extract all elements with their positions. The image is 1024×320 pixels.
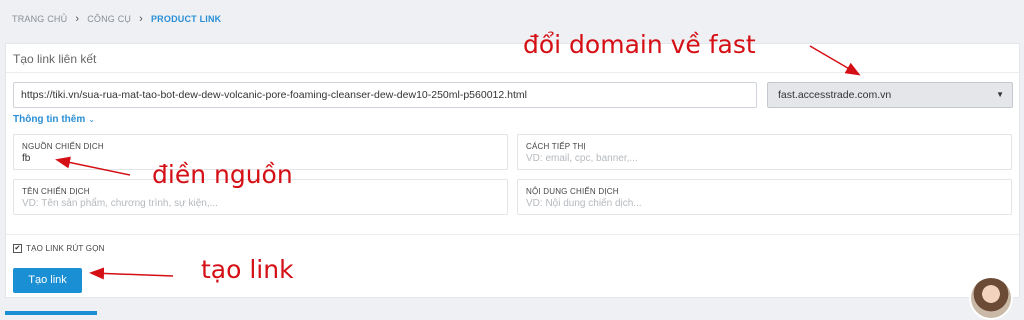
breadcrumb-tools[interactable]: CÔNG CỤ: [87, 14, 131, 24]
check-icon: ✔: [14, 245, 21, 252]
campaign-name-placeholder[interactable]: VD: Tên sản phẩm, chương trình, sự kiện,…: [22, 198, 218, 209]
shorten-link-label: TẠO LINK RÚT GỌN: [26, 244, 105, 253]
caret-down-icon: ▼: [996, 90, 1004, 99]
create-link-button[interactable]: Tạo link: [13, 268, 82, 293]
chevron-down-icon: ⌄: [88, 115, 95, 124]
domain-select-value: fast.accesstrade.com.vn: [778, 89, 892, 101]
breadcrumb: TRANG CHỦ › CÔNG CỤ › PRODUCT LINK: [12, 12, 221, 26]
chevron-right-icon: ›: [75, 12, 80, 25]
campaign-content-placeholder[interactable]: VD: Nội dung chiến dịch...: [526, 198, 642, 209]
breadcrumb-current: PRODUCT LINK: [150, 14, 222, 24]
breadcrumb-home[interactable]: TRANG CHỦ: [12, 14, 67, 24]
divider: [6, 234, 1019, 235]
marketing-method-field[interactable]: CÁCH TIẾP THỊ VD: email, cpc, banner,...: [517, 134, 1012, 170]
field-label: NỘI DUNG CHIẾN DỊCH: [526, 187, 619, 196]
bottom-accent-bar: [5, 311, 97, 315]
chevron-right-icon: ›: [139, 12, 143, 25]
field-label: CÁCH TIẾP THỊ: [526, 142, 586, 151]
annotation-source: điền nguồn: [152, 160, 293, 189]
shorten-link-option[interactable]: ✔ TẠO LINK RÚT GỌN: [13, 244, 105, 253]
product-url-input[interactable]: https://tiki.vn/sua-rua-mat-tao-bot-dew-…: [13, 82, 757, 108]
more-info-label: Thông tin thêm: [13, 114, 86, 125]
marketing-method-placeholder[interactable]: VD: email, cpc, banner,...: [526, 153, 638, 164]
field-label: TÊN CHIẾN DỊCH: [22, 187, 90, 196]
card-title: Tạo link liên kết: [13, 52, 97, 66]
campaign-source-value[interactable]: fb: [22, 153, 30, 164]
divider: [6, 72, 1019, 73]
more-info-toggle[interactable]: Thông tin thêm ⌄: [13, 114, 95, 125]
domain-select[interactable]: fast.accesstrade.com.vn ▼: [767, 82, 1013, 108]
annotation-domain: đổi domain về fast: [523, 30, 756, 59]
campaign-content-field[interactable]: NỘI DUNG CHIẾN DỊCH VD: Nội dung chiến d…: [517, 179, 1012, 215]
chat-avatar[interactable]: [969, 276, 1013, 320]
annotation-create: tạo link: [201, 255, 294, 284]
shorten-link-checkbox[interactable]: ✔: [13, 244, 22, 253]
field-label: NGUỒN CHIẾN DỊCH: [22, 142, 104, 151]
